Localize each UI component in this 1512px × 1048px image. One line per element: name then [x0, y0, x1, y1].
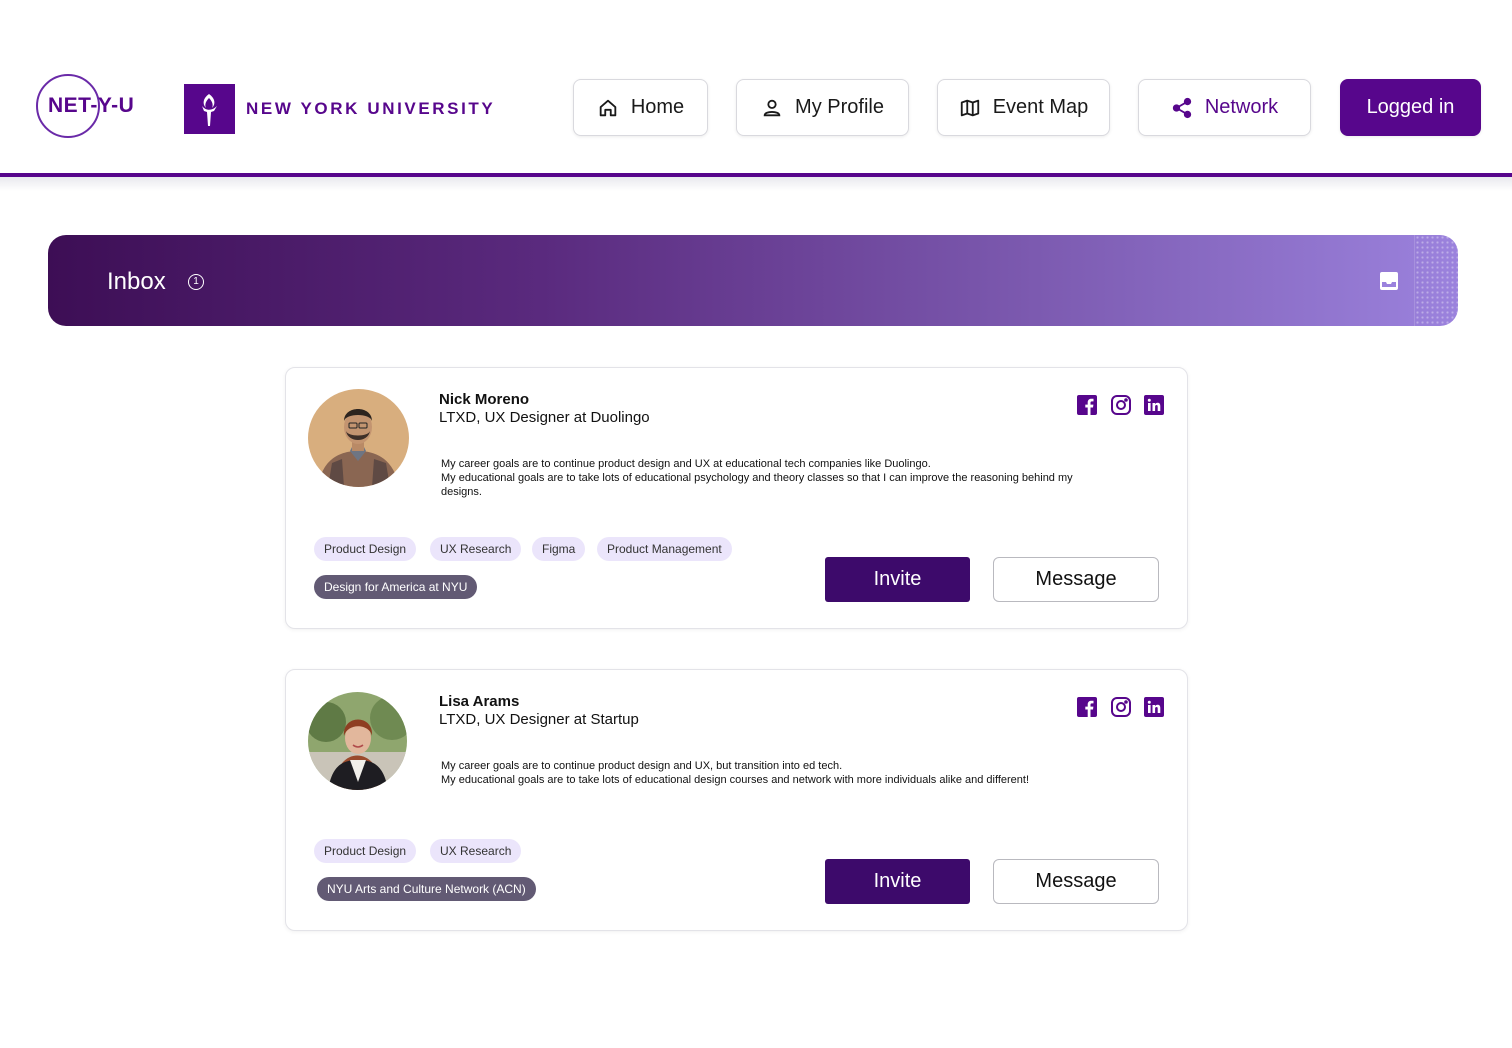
share-icon [1172, 97, 1191, 118]
person-name[interactable]: Lisa Arams [439, 693, 519, 710]
person-role: LTXD, UX Designer at Duolingo [439, 409, 650, 426]
inbox-tray-icon[interactable] [1380, 272, 1398, 290]
message-button[interactable]: Message [993, 859, 1159, 904]
skill-tag: UX Research [430, 839, 522, 863]
nav-my-profile-label: My Profile [795, 96, 884, 118]
facebook-icon[interactable] [1077, 697, 1097, 717]
club-tag: NYU Arts and Culture Network (ACN) [317, 877, 536, 901]
person-name[interactable]: Nick Moreno [439, 391, 529, 408]
skill-tag: Product Design [314, 537, 417, 561]
connection-card: Lisa Arams LTXD, UX Designer at Startup … [285, 669, 1188, 931]
message-button[interactable]: Message [993, 557, 1159, 602]
linkedin-icon[interactable] [1144, 697, 1164, 717]
logged-in-button[interactable]: Logged in [1340, 79, 1481, 136]
skill-tag: Figma [532, 537, 586, 561]
nav-network-label: Network [1204, 96, 1279, 118]
person-role: LTXD, UX Designer at Startup [439, 711, 639, 728]
nyu-torch-logo [184, 84, 235, 134]
top-navbar: NET-Y-U NEW YORK UNIVERSITY Home My Prof… [0, 0, 1512, 174]
skill-tag: Product Design [314, 839, 417, 863]
inbox-title: Inbox [107, 268, 166, 295]
info-icon[interactable]: 1 [188, 274, 204, 290]
instagram-icon[interactable] [1111, 395, 1131, 415]
nav-home-label: Home [630, 96, 685, 118]
avatar[interactable] [308, 389, 409, 487]
nav-my-profile-button[interactable]: My Profile [736, 79, 909, 136]
nav-network-button[interactable]: Network [1138, 79, 1311, 136]
home-icon [599, 99, 617, 116]
invite-button[interactable]: Invite [825, 557, 970, 602]
career-goals: My career goals are to continue product … [441, 458, 931, 470]
facebook-icon[interactable] [1077, 395, 1097, 415]
map-icon [960, 99, 979, 116]
avatar[interactable] [308, 692, 407, 790]
nyu-wordmark: NEW YORK UNIVERSITY [246, 99, 496, 118]
invite-button[interactable]: Invite [825, 859, 970, 904]
club-tag: Design for America at NYU [314, 575, 478, 599]
goals-text: My career goals are to continue product … [441, 457, 1081, 499]
educational-goals: My educational goals are to take lots of… [441, 774, 1030, 786]
inbox-banner: Inbox 1 [48, 235, 1458, 326]
banner-pattern [1414, 235, 1458, 326]
educational-goals: My educational goals are to take lots of… [441, 472, 1073, 498]
goals-text: My career goals are to continue product … [441, 759, 1141, 787]
logged-in-label: Logged in [1366, 96, 1455, 118]
skill-tag: UX Research [430, 537, 522, 561]
connection-card: Nick Moreno LTXD, UX Designer at Duoling… [285, 367, 1188, 629]
user-icon [763, 99, 781, 116]
nav-home-button[interactable]: Home [573, 79, 708, 136]
linkedin-icon[interactable] [1144, 395, 1164, 415]
career-goals: My career goals are to continue product … [441, 760, 843, 772]
nav-event-map-button[interactable]: Event Map [937, 79, 1110, 136]
instagram-icon[interactable] [1111, 697, 1131, 717]
nav-event-map-label: Event Map [992, 96, 1089, 118]
header-shadow [0, 177, 1512, 191]
skill-tag: Product Management [597, 537, 732, 561]
netyu-logo[interactable]: NET-Y-U [48, 94, 134, 118]
